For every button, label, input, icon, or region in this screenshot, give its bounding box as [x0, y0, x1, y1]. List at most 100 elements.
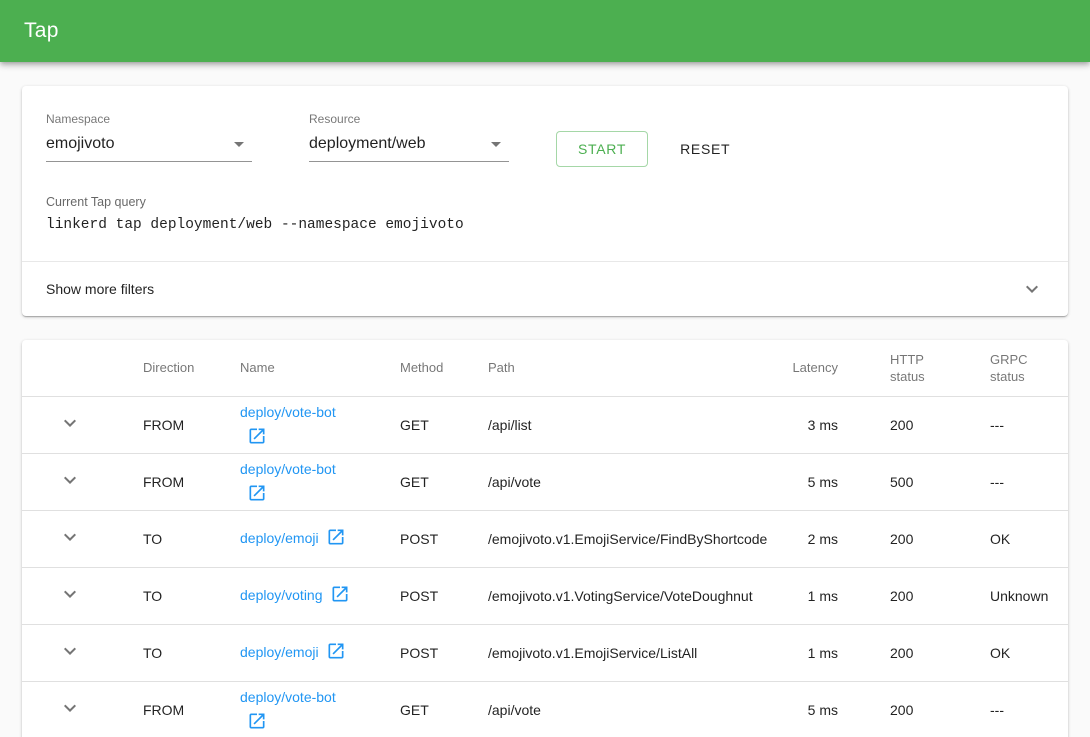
- direction-cell: FROM: [143, 681, 240, 737]
- grpc-status-cell: OK: [968, 624, 1068, 681]
- tap-results-card: Direction Name Method Path Latency HTTP …: [22, 340, 1068, 737]
- open-in-new-icon[interactable]: [330, 584, 350, 604]
- start-button[interactable]: START: [556, 131, 648, 167]
- resource-label: Resource: [309, 112, 509, 126]
- table-row: FROM deploy/vote-bot GET /api/vote 5 ms …: [22, 453, 1068, 510]
- path-cell: /emojivoto.v1.EmojiService/FindByShortco…: [488, 510, 768, 567]
- latency-cell: 3 ms: [768, 396, 838, 453]
- grpc-status-cell: ---: [968, 396, 1068, 453]
- open-in-new-icon[interactable]: [326, 527, 346, 547]
- tap-form-row: Namespace emojivoto Resource deployment/…: [46, 112, 1044, 167]
- direction-cell: FROM: [143, 396, 240, 453]
- name-cell: deploy/vote-bot: [240, 685, 356, 735]
- tap-filter-card: Namespace emojivoto Resource deployment/…: [22, 86, 1068, 316]
- resource-link[interactable]: deploy/emoji: [240, 530, 319, 546]
- resource-value: deployment/web: [309, 135, 426, 153]
- resource-select-control[interactable]: deployment/web: [309, 132, 509, 162]
- grpc-status-cell: Unknown: [968, 567, 1068, 624]
- expand-row-button[interactable]: [58, 525, 82, 549]
- expand-row-button[interactable]: [58, 639, 82, 663]
- latency-cell: 1 ms: [768, 567, 838, 624]
- grpc-status-cell: ---: [968, 681, 1068, 737]
- table-row: TO deploy/voting POST /emojivoto.v1.Voti…: [22, 567, 1068, 624]
- resource-link[interactable]: deploy/vote-bot: [240, 404, 336, 420]
- name-cell: deploy/voting: [240, 583, 356, 608]
- expand-row-button[interactable]: [58, 411, 82, 435]
- latency-cell: 5 ms: [768, 681, 838, 737]
- table-row: TO deploy/emoji POST /emojivoto.v1.Emoji…: [22, 510, 1068, 567]
- path-cell: /api/list: [488, 396, 768, 453]
- table-header-row: Direction Name Method Path Latency HTTP …: [22, 340, 1068, 396]
- current-tap-query: Current Tap query linkerd tap deployment…: [46, 195, 1044, 233]
- latency-cell: 1 ms: [768, 624, 838, 681]
- http-status-cell: 200: [838, 681, 968, 737]
- show-more-filters[interactable]: Show more filters: [22, 261, 1068, 316]
- reset-button[interactable]: RESET: [672, 131, 738, 167]
- namespace-value: emojivoto: [46, 135, 114, 153]
- chevron-down-icon: [58, 582, 82, 606]
- method-cell: POST: [400, 567, 488, 624]
- method-cell: POST: [400, 624, 488, 681]
- open-in-new-icon[interactable]: [326, 641, 346, 661]
- http-status-cell: 200: [838, 624, 968, 681]
- http-status-cell: 200: [838, 510, 968, 567]
- direction-cell: FROM: [143, 453, 240, 510]
- http-status-cell: 200: [838, 396, 968, 453]
- latency-cell: 2 ms: [768, 510, 838, 567]
- path-cell: /api/vote: [488, 681, 768, 737]
- resource-link[interactable]: deploy/emoji: [240, 644, 319, 660]
- direction-cell: TO: [143, 624, 240, 681]
- column-header-path: Path: [488, 340, 768, 396]
- chevron-down-icon: [58, 525, 82, 549]
- name-cell: deploy/vote-bot: [240, 457, 356, 507]
- resource-select[interactable]: Resource deployment/web: [309, 112, 509, 162]
- app-bar: Tap: [0, 0, 1090, 62]
- table-row: FROM deploy/vote-bot GET /api/vote 5 ms …: [22, 681, 1068, 737]
- table-row: TO deploy/emoji POST /emojivoto.v1.Emoji…: [22, 624, 1068, 681]
- open-in-new-icon[interactable]: [247, 711, 267, 731]
- chevron-down-icon: [58, 411, 82, 435]
- open-in-new-icon[interactable]: [247, 426, 267, 446]
- chevron-down-icon: [58, 639, 82, 663]
- namespace-select[interactable]: Namespace emojivoto: [46, 112, 252, 162]
- method-cell: GET: [400, 396, 488, 453]
- open-in-new-icon[interactable]: [247, 483, 267, 503]
- column-header-expand: [22, 340, 143, 396]
- expand-row-button[interactable]: [58, 468, 82, 492]
- resource-link[interactable]: deploy/vote-bot: [240, 461, 336, 477]
- name-cell: deploy/emoji: [240, 640, 356, 665]
- dropdown-arrow-icon: [234, 142, 244, 147]
- path-cell: /api/vote: [488, 453, 768, 510]
- grpc-status-cell: ---: [968, 453, 1068, 510]
- expand-row-button[interactable]: [58, 696, 82, 720]
- column-header-name: Name: [240, 340, 400, 396]
- chevron-down-icon: [58, 468, 82, 492]
- path-cell: /emojivoto.v1.VotingService/VoteDoughnut: [488, 567, 768, 624]
- show-more-filters-label: Show more filters: [46, 281, 154, 297]
- expand-row-button[interactable]: [58, 582, 82, 606]
- namespace-label: Namespace: [46, 112, 252, 126]
- method-cell: GET: [400, 681, 488, 737]
- table-row: FROM deploy/vote-bot GET /api/list 3 ms …: [22, 396, 1068, 453]
- method-cell: GET: [400, 453, 488, 510]
- http-status-cell: 500: [838, 453, 968, 510]
- namespace-select-control[interactable]: emojivoto: [46, 132, 252, 162]
- column-header-direction: Direction: [143, 340, 240, 396]
- name-cell: deploy/emoji: [240, 526, 356, 551]
- grpc-status-cell: OK: [968, 510, 1068, 567]
- chevron-down-icon: [58, 696, 82, 720]
- path-cell: /emojivoto.v1.EmojiService/ListAll: [488, 624, 768, 681]
- page-title: Tap: [24, 19, 59, 43]
- tap-query-value: linkerd tap deployment/web --namespace e…: [46, 217, 1044, 233]
- resource-link[interactable]: deploy/vote-bot: [240, 689, 336, 705]
- direction-cell: TO: [143, 567, 240, 624]
- resource-link[interactable]: deploy/voting: [240, 587, 323, 603]
- tap-results-table: Direction Name Method Path Latency HTTP …: [22, 340, 1068, 737]
- tap-query-label: Current Tap query: [46, 195, 1044, 209]
- direction-cell: TO: [143, 510, 240, 567]
- chevron-down-icon[interactable]: [1020, 277, 1044, 301]
- latency-cell: 5 ms: [768, 453, 838, 510]
- column-header-http-status: HTTP status: [838, 340, 968, 396]
- http-status-cell: 200: [838, 567, 968, 624]
- dropdown-arrow-icon: [491, 142, 501, 147]
